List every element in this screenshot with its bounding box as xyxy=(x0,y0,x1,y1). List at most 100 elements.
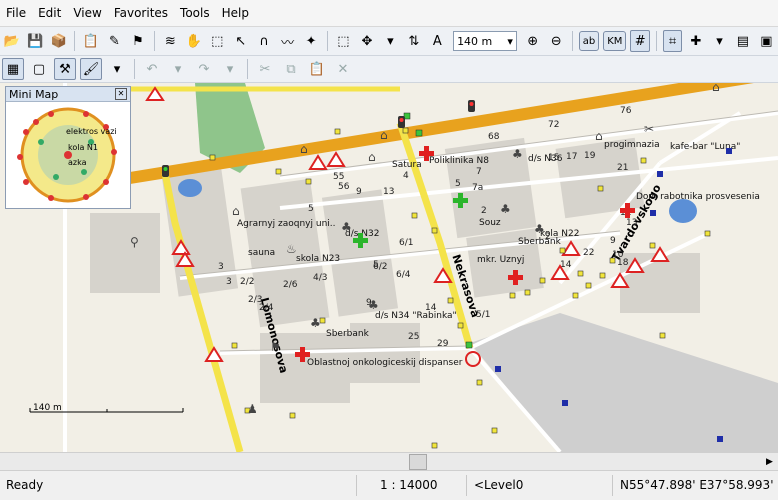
svg-text:14: 14 xyxy=(425,303,437,313)
mini-map-label: azka xyxy=(68,158,87,167)
svg-text:6/4: 6/4 xyxy=(396,270,411,280)
svg-text:2: 2 xyxy=(481,206,487,216)
move-icon[interactable]: ✥ xyxy=(357,30,376,52)
chevron-down-icon[interactable]: ▾ xyxy=(106,58,128,80)
map-mode-icon[interactable]: ▦ xyxy=(2,58,24,80)
track-icon[interactable]: ≋ xyxy=(161,30,180,52)
chevron-down-icon[interactable]: ▾ xyxy=(219,58,241,80)
svg-text:55: 55 xyxy=(333,172,344,182)
chevron-down-icon: ▾ xyxy=(507,34,513,48)
scrollbar-thumb[interactable] xyxy=(409,454,427,470)
status-bar: Ready 1 : 14000 <Level0 N55°47.898' E37°… xyxy=(0,470,778,500)
toolbar-separator xyxy=(571,31,573,51)
svg-text:♣: ♣ xyxy=(534,222,545,236)
labels-toggle[interactable]: ab xyxy=(578,31,600,51)
open-icon[interactable]: 📂 xyxy=(2,30,21,52)
svg-text:⌂: ⌂ xyxy=(595,129,603,143)
poi-label: Sberbank xyxy=(518,237,562,247)
menu-edit[interactable]: Edit xyxy=(32,0,67,26)
magnet-icon[interactable]: ∩ xyxy=(254,30,273,52)
poi-label: skola N23 xyxy=(296,254,340,264)
mini-map-view[interactable]: elektros vazi kola N1 azka xyxy=(6,102,130,208)
horizontal-scrollbar[interactable]: ▶ xyxy=(0,452,778,470)
properties-icon[interactable]: 📋 xyxy=(81,30,100,52)
edit-icon[interactable]: ✎ xyxy=(105,30,124,52)
window-icon[interactable]: ▣ xyxy=(757,30,776,52)
polyline-icon[interactable]: 〰 xyxy=(278,30,297,52)
zoom-rect-icon[interactable]: ⬚ xyxy=(208,30,227,52)
status-level: <Level0 xyxy=(474,478,524,492)
mini-map-titlebar: Mini Map ✕ xyxy=(6,87,130,102)
menu-bar: File Edit View Favorites Tools Help xyxy=(0,0,778,27)
menu-file[interactable]: File xyxy=(0,0,32,26)
grid-icon[interactable]: # xyxy=(630,30,650,52)
hand-icon[interactable]: ✋ xyxy=(184,30,203,52)
select-node-icon[interactable]: ⬚ xyxy=(334,30,353,52)
route-icon[interactable]: ⇅ xyxy=(404,30,423,52)
svg-text:♣: ♣ xyxy=(310,316,321,330)
crosshair-icon[interactable]: ✚ xyxy=(686,30,705,52)
svg-text:4: 4 xyxy=(403,171,409,181)
paste-icon[interactable]: 📋 xyxy=(306,58,328,80)
undo-icon[interactable]: ↶ xyxy=(141,58,163,80)
gps-icon[interactable]: ⚑ xyxy=(128,30,147,52)
chevron-down-icon[interactable]: ▾ xyxy=(167,58,189,80)
svg-text:13: 13 xyxy=(383,187,394,197)
svg-text:2: 2 xyxy=(545,232,551,242)
pointer-icon[interactable]: ↖ xyxy=(231,30,250,52)
toolbar-separator xyxy=(655,31,657,51)
poi-label: sauna xyxy=(248,248,275,258)
svg-text:⌂: ⌂ xyxy=(300,142,308,156)
zoom-in-icon[interactable]: ⊕ xyxy=(523,30,542,52)
wand-icon[interactable]: ✦ xyxy=(301,30,320,52)
pond xyxy=(669,199,697,223)
svg-text:2/2: 2/2 xyxy=(240,277,254,287)
toolbar-separator xyxy=(153,31,155,51)
zoom-select[interactable]: 140 m ▾ xyxy=(453,31,517,51)
cut-icon[interactable]: ✂ xyxy=(254,58,276,80)
menu-tools[interactable]: Tools xyxy=(174,0,216,26)
scale-bar: 140 m xyxy=(29,403,184,413)
svg-text:76: 76 xyxy=(620,106,632,116)
menu-favorites[interactable]: Favorites xyxy=(108,0,174,26)
main-toolbar: 📂 💾 📦 📋 ✎ ⚑ ≋ ✋ ⬚ ↖ ∩ 〰 ✦ ⬚ ✥ ▾ ⇅ A 140 … xyxy=(0,27,778,56)
redo-icon[interactable]: ↷ xyxy=(193,58,215,80)
svg-text:♣: ♣ xyxy=(341,220,352,234)
label-icon[interactable]: A xyxy=(428,30,447,52)
paint-icon[interactable]: 🖌 xyxy=(80,58,102,80)
close-icon[interactable]: ✕ xyxy=(115,88,127,100)
chevron-down-icon[interactable]: ▾ xyxy=(381,30,400,52)
km-toggle[interactable]: KM xyxy=(603,31,627,51)
poi-label: d/s N34 "Rabinka" xyxy=(375,311,457,321)
menu-help[interactable]: Help xyxy=(216,0,255,26)
chevron-down-icon[interactable]: ▾ xyxy=(710,30,729,52)
svg-text:9: 9 xyxy=(610,236,616,246)
nodes-icon[interactable]: ⌗ xyxy=(662,30,683,52)
poi-label: Satura xyxy=(392,160,422,170)
layers-icon[interactable]: ▤ xyxy=(733,30,752,52)
tools-icon[interactable]: ⚒ xyxy=(54,58,76,80)
delete-icon[interactable]: ✕ xyxy=(332,58,354,80)
svg-text:⌂: ⌂ xyxy=(232,204,240,218)
save-icon[interactable]: 💾 xyxy=(25,30,44,52)
mini-map-title: Mini Map xyxy=(9,87,59,101)
open-area xyxy=(470,313,778,452)
toolbar-separator xyxy=(134,59,135,79)
svg-text:13: 13 xyxy=(626,218,637,228)
blank-page-icon[interactable]: ▢ xyxy=(28,58,50,80)
secondary-toolbar: ▦ ▢ ⚒ 🖌 ▾ ↶ ▾ ↷ ▾ ✂ ⧉ 📋 ✕ xyxy=(0,56,778,83)
copy-icon[interactable]: ⧉ xyxy=(280,58,302,80)
svg-text:⚲: ⚲ xyxy=(130,235,139,249)
scroll-right-icon[interactable]: ▶ xyxy=(761,453,778,470)
menu-view[interactable]: View xyxy=(67,0,107,26)
zoom-value: 140 m xyxy=(457,34,493,48)
poi-label: mkr. Uznyj xyxy=(477,255,524,265)
zoom-out-icon[interactable]: ⊖ xyxy=(546,30,565,52)
svg-text:♣: ♣ xyxy=(512,147,523,161)
mini-map-panel[interactable]: Mini Map ✕ elektros vazi kola N1 azka xyxy=(5,86,131,209)
scale-bar-label: 140 m xyxy=(33,403,62,413)
svg-text:68: 68 xyxy=(488,132,500,142)
export-icon[interactable]: 📦 xyxy=(49,30,68,52)
status-divider xyxy=(466,475,467,496)
svg-text:4/3: 4/3 xyxy=(313,273,327,283)
